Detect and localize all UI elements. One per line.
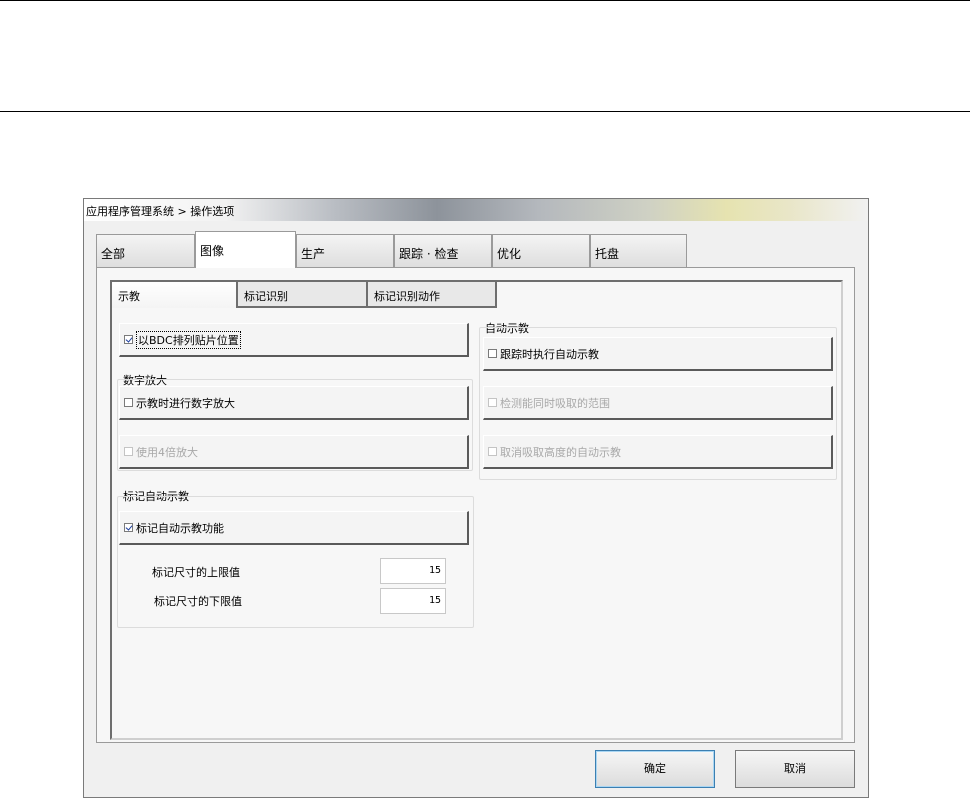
checkbox-icon <box>488 349 497 358</box>
detect-pickup-range-checkbox[interactable]: 检测能同时吸取的范围 <box>483 386 833 420</box>
tab-label: 跟踪 · 检查 <box>399 247 459 261</box>
checkbox-label: 以BDC排列贴片位置 <box>136 330 241 349</box>
checkbox-label: 使用4倍放大 <box>136 445 198 459</box>
header-rule <box>0 111 970 112</box>
checkbox-label: 检测能同时吸取的范围 <box>500 396 610 410</box>
tab-label: 优化 <box>497 247 522 261</box>
checkbox-icon <box>488 398 497 407</box>
checkbox-icon <box>124 335 133 344</box>
checkbox-icon <box>488 447 497 456</box>
tab-label: 生产 <box>301 247 326 261</box>
tab-label: 全部 <box>101 247 126 261</box>
tab-panel-image: 示教 标记识别 标记识别动作 以BDC排列贴片位置 数字放大 示教时进行数字放大… <box>96 267 855 743</box>
mark-size-upper-label: 标记尺寸的上限值 <box>152 566 240 579</box>
cancel-button[interactable]: 取消 <box>735 750 855 788</box>
tab-optimize[interactable]: 优化 <box>492 234 590 267</box>
checkbox-icon <box>124 398 133 407</box>
checkbox-label: 取消吸取高度的自动示教 <box>500 445 621 459</box>
subtab-label: 标记识别动作 <box>374 290 440 303</box>
window-title: 应用程序管理系统 > 操作选项 <box>86 205 235 218</box>
tracking-auto-teach-checkbox[interactable]: 跟踪时执行自动示教 <box>483 337 833 371</box>
arrange-bdc-checkbox[interactable]: 以BDC排列贴片位置 <box>119 323 469 357</box>
subtab-teach[interactable]: 示教 <box>112 282 238 308</box>
mark-size-lower-input[interactable]: 15 <box>380 588 446 614</box>
subtab-label: 示教 <box>118 290 140 303</box>
checkbox-icon <box>124 447 133 456</box>
checkbox-label: 标记自动示教功能 <box>136 521 224 535</box>
subtab-mark-recognition-action[interactable]: 标记识别动作 <box>368 282 497 308</box>
checkbox-label: 示教时进行数字放大 <box>136 396 235 410</box>
tab-all[interactable]: 全部 <box>96 234 195 267</box>
use-4x-zoom-checkbox[interactable]: 使用4倍放大 <box>119 435 469 469</box>
checkbox-icon <box>124 523 133 532</box>
checkbox-label: 跟踪时执行自动示教 <box>500 347 599 361</box>
subtab-label: 标记识别 <box>244 290 288 303</box>
tab-label: 图像 <box>200 244 225 258</box>
options-dialog: 应用程序管理系统 > 操作选项 全部 图像 生产 跟踪 · 检查 优化 托盘 示… <box>83 198 869 798</box>
tab-label: 托盘 <box>595 247 620 261</box>
digital-zoom-teach-checkbox[interactable]: 示教时进行数字放大 <box>119 386 469 420</box>
mark-size-upper-input[interactable]: 15 <box>380 558 446 584</box>
subtab-mark-recognition[interactable]: 标记识别 <box>238 282 368 308</box>
top-rule <box>0 0 970 1</box>
mark-auto-teach-checkbox[interactable]: 标记自动示教功能 <box>119 511 469 545</box>
tab-image[interactable]: 图像 <box>195 231 296 268</box>
title-bar[interactable]: 应用程序管理系统 > 操作选项 <box>84 199 868 221</box>
tab-production[interactable]: 生产 <box>296 234 394 267</box>
tab-tracking-check[interactable]: 跟踪 · 检查 <box>394 234 492 267</box>
cancel-pickup-height-checkbox[interactable]: 取消吸取高度的自动示教 <box>483 435 833 469</box>
tab-tray[interactable]: 托盘 <box>590 234 687 267</box>
inner-tab-frame: 示教 标记识别 标记识别动作 以BDC排列贴片位置 数字放大 示教时进行数字放大… <box>110 280 843 740</box>
ok-button[interactable]: 确定 <box>595 750 715 788</box>
mark-size-lower-label: 标记尺寸的下限值 <box>154 595 242 608</box>
